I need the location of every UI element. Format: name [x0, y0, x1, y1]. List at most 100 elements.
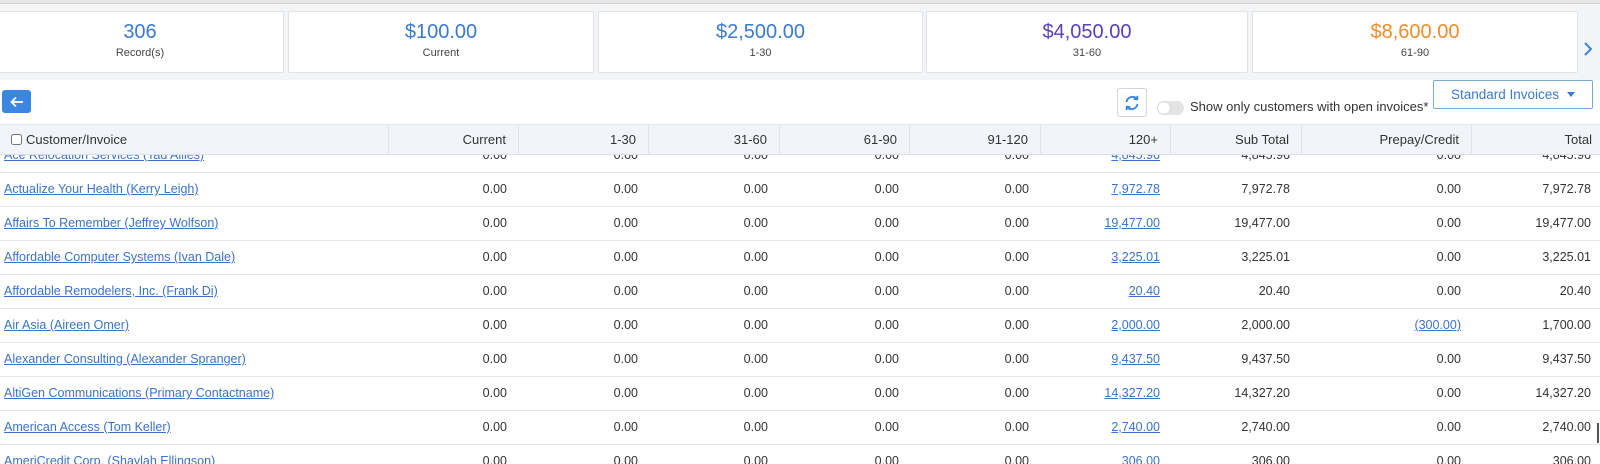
column-header-customer[interactable]: Customer/Invoice [0, 125, 389, 154]
cell-61-90: 0.00 [874, 318, 899, 332]
back-button[interactable] [2, 90, 31, 113]
card-61-90[interactable]: $8,600.00 61-90 [1252, 11, 1578, 73]
toggle-knob [1158, 102, 1170, 114]
cell-1-30: 0.00 [613, 284, 638, 298]
cell-prepay-credit[interactable]: (300.00) [1414, 309, 1461, 342]
column-header-120-plus[interactable]: 120+ [1041, 125, 1171, 154]
cell-61-90: 0.00 [874, 182, 899, 196]
card-value: $4,050.00 [1042, 21, 1132, 43]
cell-120-plus[interactable]: 9,437.50 [1111, 343, 1160, 376]
cell-total: 20.40 [1559, 284, 1591, 298]
cell-61-90: 0.00 [874, 454, 899, 464]
customer-link[interactable]: AmeriCredit Corp. (Shaylah Ellingson) [4, 445, 215, 464]
card-value: $100.00 [404, 21, 478, 43]
card-value: 306 [123, 21, 157, 43]
cell-120-plus[interactable]: 306.00 [1122, 445, 1160, 464]
cell-120-plus[interactable]: 4,845.96 [1111, 155, 1160, 172]
cell-prepay-credit: 0.00 [1436, 386, 1461, 400]
cell-91-120: 0.00 [1004, 284, 1029, 298]
cell-total: 19,477.00 [1535, 216, 1591, 230]
cell-61-90: 0.00 [874, 155, 899, 162]
select-all-checkbox[interactable] [11, 134, 22, 145]
column-header-total[interactable]: Total [1472, 125, 1600, 154]
cell-120-plus[interactable]: 7,972.78 [1111, 173, 1160, 206]
card-records[interactable]: 306 Record(s) [0, 11, 284, 73]
table-row: Air Asia (Aireen Omer) 0.00 0.00 0.00 0.00 0.… [0, 309, 1600, 343]
cell-prepay-credit: 0.00 [1436, 352, 1461, 366]
customer-link[interactable]: AltiGen Communications (Primary Contactn… [4, 377, 274, 410]
cell-sub-total: 4,845.96 [1241, 155, 1290, 162]
customer-link[interactable]: American Access (Tom Keller) [4, 411, 171, 444]
table-row: AmeriCredit Corp. (Shaylah Ellingson) 0.0… [0, 445, 1600, 464]
cell-prepay-credit: 0.00 [1436, 155, 1461, 162]
customer-link[interactable]: Affordable Remodelers, Inc. (Frank Di) [4, 275, 218, 308]
column-header-prepay-credit[interactable]: Prepay/Credit [1302, 125, 1472, 154]
open-invoices-toggle[interactable] [1157, 101, 1184, 115]
column-header-61-90[interactable]: 61-90 [780, 125, 910, 154]
cell-31-60: 0.00 [743, 386, 768, 400]
cell-1-30: 0.00 [613, 454, 638, 464]
cell-sub-total: 14,327.20 [1234, 386, 1290, 400]
cell-91-120: 0.00 [1004, 250, 1029, 264]
cell-prepay-credit: 0.00 [1436, 216, 1461, 230]
cell-sub-total: 2,000.00 [1241, 318, 1290, 332]
column-header-31-60[interactable]: 31-60 [649, 125, 780, 154]
cell-total: 306.00 [1552, 454, 1591, 464]
standard-invoices-dropdown[interactable]: Standard Invoices [1433, 80, 1593, 109]
cell-120-plus[interactable]: 19,477.00 [1104, 207, 1160, 240]
cell-31-60: 0.00 [743, 284, 768, 298]
table-body[interactable]: Ace Relocation Services (Tad Allies) 0.00… [0, 155, 1600, 464]
customer-link[interactable]: Affairs To Remember (Jeffrey Wolfson) [4, 207, 218, 240]
cell-total: 14,327.20 [1535, 386, 1591, 400]
cell-1-30: 0.00 [613, 155, 638, 162]
column-header-91-120[interactable]: 91-120 [910, 125, 1041, 154]
chevron-right-icon[interactable] [1582, 41, 1594, 57]
table-row: AltiGen Communications (Primary Contactn… [0, 377, 1600, 411]
cell-31-60: 0.00 [743, 250, 768, 264]
cell-total: 1,700.00 [1542, 318, 1591, 332]
cell-prepay-credit: 0.00 [1436, 250, 1461, 264]
cell-1-30: 0.00 [613, 386, 638, 400]
customer-link[interactable]: Air Asia (Aireen Omer) [4, 309, 129, 342]
cell-31-60: 0.00 [743, 352, 768, 366]
customer-link[interactable]: Ace Relocation Services (Tad Allies) [4, 155, 204, 172]
customer-link[interactable]: Alexander Consulting (Alexander Spranger… [4, 343, 246, 376]
cell-total: 3,225.01 [1542, 250, 1591, 264]
card-current[interactable]: $100.00 Current [288, 11, 594, 73]
cell-31-60: 0.00 [743, 182, 768, 196]
cell-sub-total: 9,437.50 [1241, 352, 1290, 366]
refresh-button[interactable] [1117, 88, 1147, 117]
cell-31-60: 0.00 [743, 155, 768, 162]
cell-120-plus[interactable]: 2,000.00 [1111, 309, 1160, 342]
cell-61-90: 0.00 [874, 250, 899, 264]
cell-total: 2,740.00 [1542, 420, 1591, 434]
cell-total: 7,972.78 [1542, 182, 1591, 196]
column-header-sub-total[interactable]: Sub Total [1171, 125, 1302, 154]
summary-cards: 306 Record(s) $100.00 Current $2,500.00 … [0, 11, 1600, 73]
cell-120-plus[interactable]: 14,327.20 [1104, 377, 1160, 410]
table-row: Alexander Consulting (Alexander Spranger… [0, 343, 1600, 377]
cell-120-plus[interactable]: 20.40 [1129, 275, 1160, 308]
cell-91-120: 0.00 [1004, 454, 1029, 464]
cell-current: 0.00 [482, 216, 507, 230]
customer-link[interactable]: Affordable Computer Systems (Ivan Dale) [4, 241, 235, 274]
card-1-30[interactable]: $2,500.00 1-30 [598, 11, 923, 73]
column-header-current[interactable]: Current [389, 125, 519, 154]
cell-120-plus[interactable]: 3,225.01 [1111, 241, 1160, 274]
customer-link[interactable]: Actualize Your Health (Kerry Leigh) [4, 173, 199, 206]
card-value: $2,500.00 [716, 21, 805, 43]
card-31-60[interactable]: $4,050.00 31-60 [926, 11, 1248, 73]
cell-120-plus[interactable]: 2,740.00 [1111, 411, 1160, 444]
cell-prepay-credit: 0.00 [1436, 284, 1461, 298]
scrollbar[interactable] [1597, 423, 1599, 443]
cell-61-90: 0.00 [874, 386, 899, 400]
card-value: $8,600.00 [1370, 21, 1460, 43]
table-row: Affairs To Remember (Jeffrey Wolfson) 0.0… [0, 207, 1600, 241]
cell-current: 0.00 [482, 250, 507, 264]
column-header-1-30[interactable]: 1-30 [519, 125, 649, 154]
cell-sub-total: 7,972.78 [1241, 182, 1290, 196]
cell-31-60: 0.00 [743, 216, 768, 230]
cell-31-60: 0.00 [743, 454, 768, 464]
cell-91-120: 0.00 [1004, 352, 1029, 366]
table-rows: Ace Relocation Services (Tad Allies) 0.00… [0, 155, 1600, 464]
